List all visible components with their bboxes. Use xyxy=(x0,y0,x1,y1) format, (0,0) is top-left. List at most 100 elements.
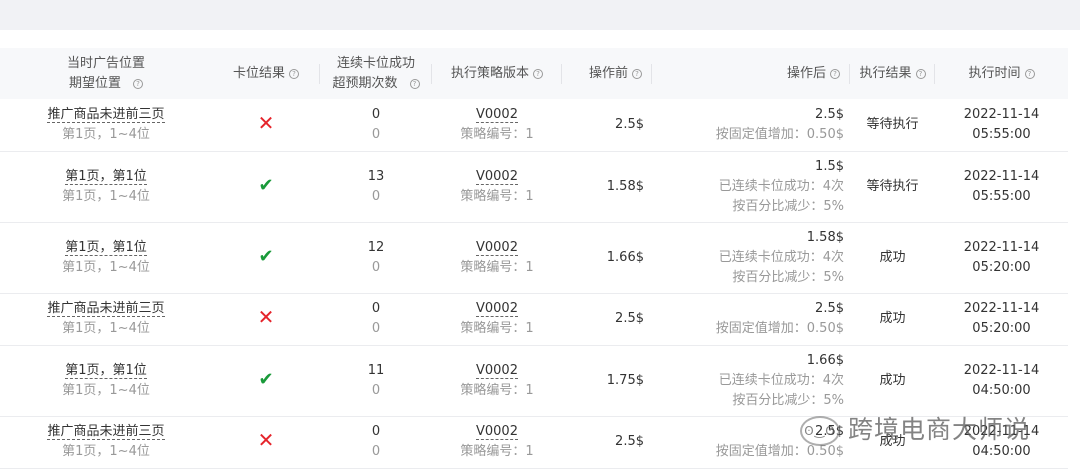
header-label: 卡位结果 xyxy=(232,65,285,81)
execution-time: 05:20:00 xyxy=(972,259,1031,275)
adjustment-note: 已连续卡位成功：4次 xyxy=(718,178,844,194)
column-header[interactable]: 卡位结果? xyxy=(212,48,320,99)
table-row: 第1页，第1位 第1页，1~4位 ✔ 13 0 V0002 策略编号：1 1.58$ … xyxy=(0,151,1068,223)
column-header[interactable]: 操作后? xyxy=(652,48,850,99)
execution-date: 2022-11-14 xyxy=(963,301,1040,316)
strategy-version-link[interactable]: V0002 xyxy=(476,239,518,256)
expected-position: 第1页，1~4位 xyxy=(62,188,150,204)
strategy-number: 策略编号：1 xyxy=(460,321,534,336)
execution-status: 成功 xyxy=(850,345,935,417)
header-label: 期望位置 xyxy=(68,75,121,91)
header-label: 执行策略版本 xyxy=(450,65,529,81)
bid-after: 2.5$ xyxy=(815,106,844,122)
strategy-number: 策略编号：1 xyxy=(460,444,534,459)
over-expected-count: 0 xyxy=(371,321,381,336)
execution-date: 2022-11-14 xyxy=(963,362,1040,378)
current-position[interactable]: 第1页，第1位 xyxy=(65,239,147,256)
current-position[interactable]: 推广商品未进前三页 xyxy=(47,106,165,123)
bid-before: 2.5$ xyxy=(562,416,652,469)
adjustment-note: 按固定值增加：0.50$ xyxy=(715,126,844,142)
strategy-version-link[interactable]: V0002 xyxy=(476,362,518,379)
column-header[interactable]: 连续卡位成功超预期次数? xyxy=(320,48,432,99)
cross-icon: ✕ xyxy=(257,110,275,135)
expected-position: 第1页，1~4位 xyxy=(62,126,150,142)
strategy-number: 策略编号：1 xyxy=(460,188,534,204)
bid-before: 2.5$ xyxy=(562,293,652,346)
current-position[interactable]: 第1页，第1位 xyxy=(65,362,147,379)
bid-after: 1.5$ xyxy=(815,158,844,174)
consecutive-success-count: 12 xyxy=(367,239,385,255)
table-row: 推广商品未进前三页 第1页，1~4位 ✕ 00 V0002 策略编号：1 2.5$ … xyxy=(0,293,1068,346)
header-label: 执行时间 xyxy=(968,65,1021,81)
strategy-version-link[interactable]: V0002 xyxy=(476,301,518,317)
execution-status: 等待执行 xyxy=(850,151,935,223)
consecutive-success-count: 13 xyxy=(367,168,385,184)
current-position[interactable]: 推广商品未进前三页 xyxy=(47,424,165,440)
bid-after: 1.58$ xyxy=(806,229,844,245)
column-header[interactable]: 操作前? xyxy=(562,48,652,99)
adjustment-note: 已连续卡位成功：4次 xyxy=(718,372,844,388)
strategy-number: 策略编号：1 xyxy=(460,126,534,142)
consecutive-success-count: 0 xyxy=(371,424,381,439)
current-position[interactable]: 第1页，第1位 xyxy=(65,168,147,185)
bid-before: 1.75$ xyxy=(562,345,652,417)
table-row: 推广商品未进前三页 第1页，1~4位 ✕ 00 V0002 策略编号：1 2.5$ … xyxy=(0,99,1068,152)
over-expected-count: 0 xyxy=(371,444,381,459)
execution-status: 等待执行 xyxy=(850,99,935,152)
header-label: 执行结果 xyxy=(859,65,912,81)
consecutive-success-count: 11 xyxy=(367,362,385,378)
cross-icon: ✕ xyxy=(257,305,275,329)
column-header[interactable]: 当时广告位置 期望位置? xyxy=(0,48,212,99)
over-expected-count: 0 xyxy=(371,259,381,275)
execution-status: 成功 xyxy=(850,222,935,294)
strategy-version-link[interactable]: V0002 xyxy=(476,106,518,123)
header-label: 超预期次数 xyxy=(332,75,398,91)
table-row: 第1页，第1位 第1页，1~4位 ✔ 11 0 V0002 策略编号：1 1.75$ … xyxy=(0,345,1068,417)
cross-icon: ✕ xyxy=(257,428,275,452)
adjustment-note: 按固定值增加：0.50$ xyxy=(715,321,844,336)
table-row: 第1页，第1位 第1页，1~4位 ✔ 12 0 V0002 策略编号：1 1.66$ … xyxy=(0,222,1068,294)
execution-time: 05:55:00 xyxy=(972,188,1031,204)
wechat-icon: ʘ‿ʘ xyxy=(800,416,840,446)
top-bar xyxy=(0,0,1080,30)
help-icon[interactable]: ? xyxy=(1024,68,1035,79)
watermark: ʘ‿ʘ 跨境电商大师说 xyxy=(800,410,1030,446)
column-header[interactable]: 执行策略版本? xyxy=(432,48,562,99)
expected-position: 第1页，1~4位 xyxy=(62,444,150,459)
column-header[interactable]: 执行时间? xyxy=(935,48,1068,99)
execution-time: 05:55:00 xyxy=(972,126,1031,142)
strategy-version-link[interactable]: V0002 xyxy=(476,168,518,185)
check-icon: ✔ xyxy=(258,368,274,390)
consecutive-success-count: 0 xyxy=(371,106,381,122)
execution-time: 04:50:00 xyxy=(972,382,1031,398)
execution-date: 2022-11-14 xyxy=(963,106,1040,122)
bid-after: 2.5$ xyxy=(815,301,844,316)
help-icon[interactable]: ? xyxy=(533,68,543,79)
over-expected-count: 0 xyxy=(371,382,381,398)
help-icon[interactable]: ? xyxy=(409,78,420,89)
strategy-number: 策略编号：1 xyxy=(460,259,534,275)
expected-position: 第1页，1~4位 xyxy=(62,259,150,275)
column-header[interactable]: 执行结果? xyxy=(850,48,935,99)
current-position[interactable]: 推广商品未进前三页 xyxy=(47,301,165,317)
execution-date: 2022-11-14 xyxy=(963,168,1040,184)
bid-after: 1.66$ xyxy=(806,352,844,368)
help-icon[interactable]: ? xyxy=(289,68,299,79)
execution-status: 成功 xyxy=(850,293,935,346)
help-icon[interactable]: ? xyxy=(915,68,926,79)
bid-before: 1.58$ xyxy=(562,151,652,223)
adjustment-note: 按百分比减少：5% xyxy=(732,269,844,285)
table-header: 当时广告位置 期望位置? 卡位结果? 连续卡位成功 超预期次数? 执行策略版本? 操作前? 操… xyxy=(0,48,1068,99)
check-icon: ✔ xyxy=(258,174,274,196)
expected-position: 第1页，1~4位 xyxy=(62,382,150,398)
check-icon: ✔ xyxy=(258,245,274,267)
help-icon[interactable]: ? xyxy=(632,68,642,79)
help-icon[interactable]: ? xyxy=(133,78,143,89)
help-icon[interactable]: ? xyxy=(830,68,840,79)
header-label: 连续卡位成功 xyxy=(336,55,415,71)
header-label: 操作后 xyxy=(786,65,826,81)
adjustment-note: 按百分比减少：5% xyxy=(732,198,844,214)
adjustment-note: 已连续卡位成功：4次 xyxy=(718,249,844,265)
ad-position-log-table: 当时广告位置 期望位置? 卡位结果? 连续卡位成功 超预期次数? 执行策略版本? 操作前? 操… xyxy=(0,48,1068,469)
strategy-version-link[interactable]: V0002 xyxy=(476,424,518,440)
